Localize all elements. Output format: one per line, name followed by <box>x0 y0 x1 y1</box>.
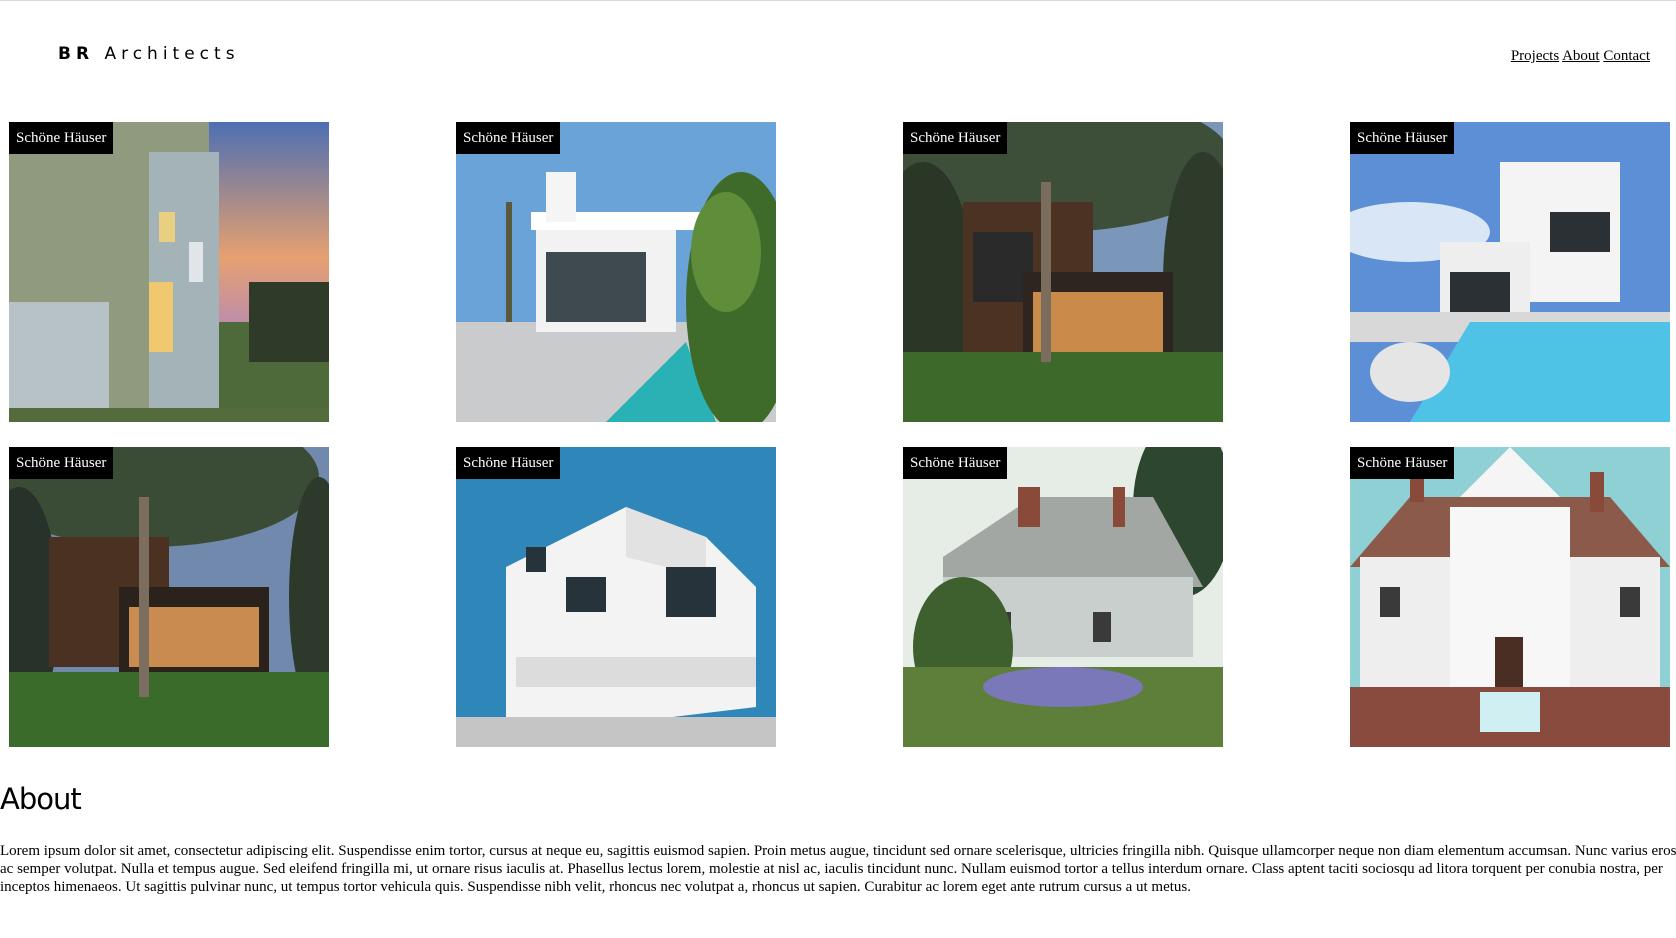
main-nav: Projects About Contact <box>1511 48 1650 65</box>
brand-logo[interactable]: BR Architects <box>58 44 240 64</box>
house-photo <box>1350 447 1670 747</box>
card-label: Schöne Häuser <box>9 447 114 479</box>
gallery-card[interactable]: Schöne Häuser <box>903 122 1223 422</box>
brand-initials: BR <box>58 44 95 64</box>
house-photo <box>9 447 329 747</box>
card-label: Schöne Häuser <box>9 122 114 154</box>
card-label: Schöne Häuser <box>456 447 561 479</box>
gallery-card[interactable]: Schöne Häuser <box>1350 122 1670 422</box>
gallery-card[interactable]: Schöne Häuser <box>456 447 776 747</box>
top-border <box>0 0 1676 1</box>
brand-name: Architects <box>104 44 240 64</box>
gallery-card[interactable]: Schöne Häuser <box>9 447 329 747</box>
about-heading: About <box>0 782 82 816</box>
house-photo <box>903 122 1223 422</box>
card-label: Schöne Häuser <box>1350 447 1455 479</box>
house-photo <box>903 447 1223 747</box>
card-label: Schöne Häuser <box>903 122 1008 154</box>
about-paragraph: Lorem ipsum dolor sit amet, consectetur … <box>0 843 1676 895</box>
gallery-card[interactable]: Schöne Häuser <box>903 447 1223 747</box>
card-label: Schöne Häuser <box>456 122 561 154</box>
house-photo <box>9 122 329 422</box>
card-label: Schöne Häuser <box>903 447 1008 479</box>
gallery-card[interactable]: Schöne Häuser <box>9 122 329 422</box>
gallery-card[interactable]: Schöne Häuser <box>456 122 776 422</box>
nav-link-projects[interactable]: Projects <box>1511 48 1559 64</box>
house-photo <box>456 447 776 747</box>
card-label: Schöne Häuser <box>1350 122 1455 154</box>
house-photo <box>1350 122 1670 422</box>
nav-link-contact[interactable]: Contact <box>1603 48 1650 64</box>
house-photo <box>456 122 776 422</box>
gallery-card[interactable]: Schöne Häuser <box>1350 447 1670 747</box>
nav-link-about[interactable]: About <box>1562 48 1600 64</box>
